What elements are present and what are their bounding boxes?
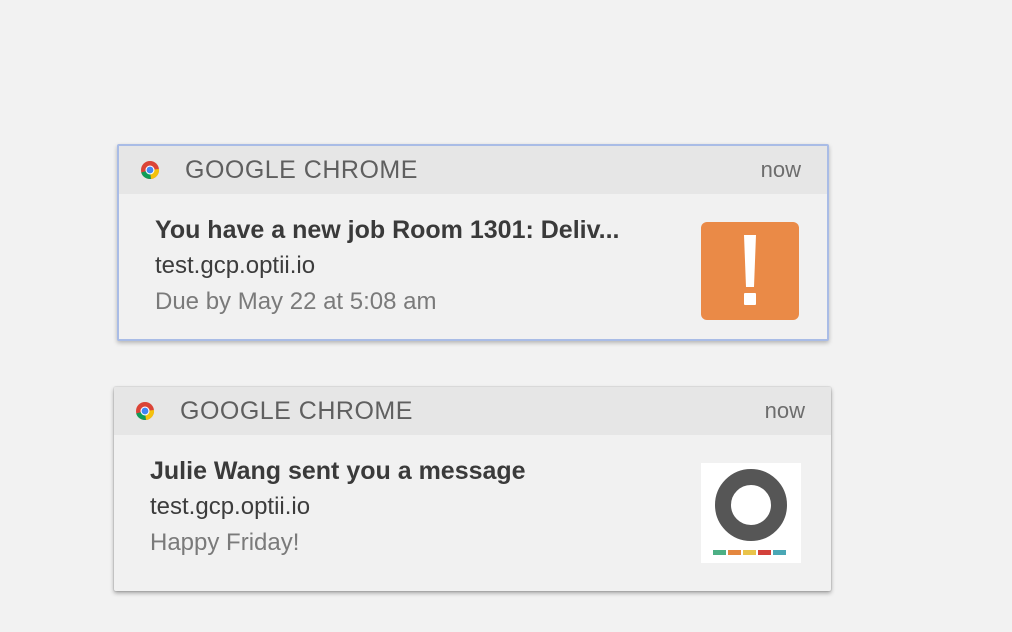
notification-time: now bbox=[764, 398, 805, 423]
app-name: GOOGLE CHROME bbox=[180, 396, 413, 425]
notification-header: GOOGLE CHROME now bbox=[114, 387, 831, 435]
exclamation-icon bbox=[701, 222, 799, 320]
notification-time: now bbox=[760, 157, 801, 182]
notification-message[interactable]: GOOGLE CHROME now Julie Wang sent you a … bbox=[114, 387, 831, 591]
chrome-icon bbox=[139, 159, 161, 181]
notification-body: You have a new job Room 1301: Deliv... t… bbox=[119, 194, 827, 320]
optii-logo-icon bbox=[701, 463, 801, 563]
chrome-icon bbox=[134, 400, 156, 422]
notification-job[interactable]: GOOGLE CHROME now You have a new job Roo… bbox=[117, 144, 829, 341]
app-name: GOOGLE CHROME bbox=[185, 155, 418, 184]
notification-body: Julie Wang sent you a message test.gcp.o… bbox=[114, 435, 831, 563]
notification-header: GOOGLE CHROME now bbox=[119, 146, 827, 194]
